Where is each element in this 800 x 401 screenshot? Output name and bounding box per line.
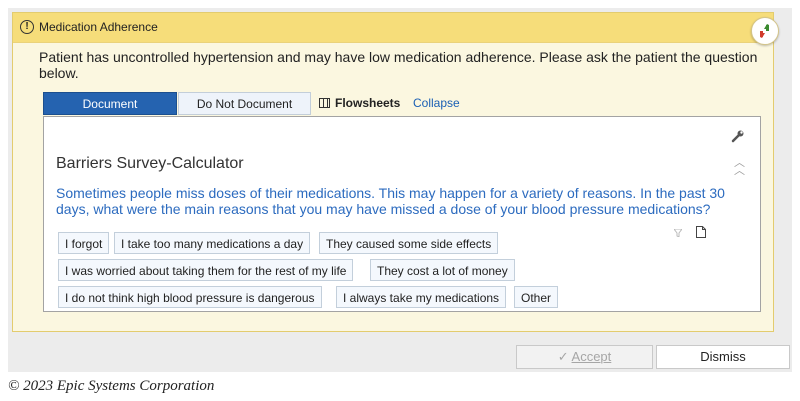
option-button[interactable]: Other [514,286,559,308]
action-footer: ✓ Accept Dismiss [8,345,792,369]
alert-header: ! Medication Adherence [13,13,779,45]
flowsheet-panel: ︿ ︿ Barriers Survey-Calculator Sometimes … [43,116,761,312]
option-button[interactable]: I take too many medications a day [114,232,311,254]
wrench-icon[interactable] [731,129,745,143]
document-icon[interactable] [696,226,706,238]
option-button[interactable]: I forgot [58,232,110,254]
alert-title: Medication Adherence [39,20,158,34]
copyright-notice: © 2023 Epic Systems Corporation [8,378,215,394]
flowsheet-grid-icon [319,98,330,108]
survey-question: Sometimes people miss doses of their med… [56,185,725,217]
thumbs-up-down-icon[interactable] [751,17,779,45]
bpa-window: ! Medication Adherence Patient has uncon… [8,8,792,372]
dismiss-button[interactable]: Dismiss [656,345,790,369]
option-button[interactable]: I always take my medications [336,286,507,308]
accept-button[interactable]: ✓ Accept [516,345,653,369]
alert-message: Patient has uncontrolled hypertension an… [39,49,758,81]
collapse-link[interactable]: Collapse [413,92,460,115]
option-button[interactable]: I was worried about taking them for the … [58,259,354,281]
accept-label: Accept [571,349,612,364]
option-button[interactable]: They caused some side effects [319,232,499,254]
checkmark-icon: ✓ [557,349,569,364]
tab-do-not-document[interactable]: Do Not Document [178,92,311,115]
medication-adherence-alert: ! Medication Adherence Patient has uncon… [12,12,779,332]
filter-icon[interactable] [674,229,682,237]
option-button[interactable]: They cost a lot of money [370,259,515,281]
option-button[interactable]: I do not think high blood pressure is da… [58,286,322,308]
exclamation-circle-icon: ! [20,20,34,34]
flowsheets-label: Flowsheets [335,96,401,110]
chevron-up-icon[interactable]: ︿ ︿ [734,158,745,177]
survey-title: Barriers Survey-Calculator [56,155,244,172]
tab-document[interactable]: Document [43,92,177,115]
